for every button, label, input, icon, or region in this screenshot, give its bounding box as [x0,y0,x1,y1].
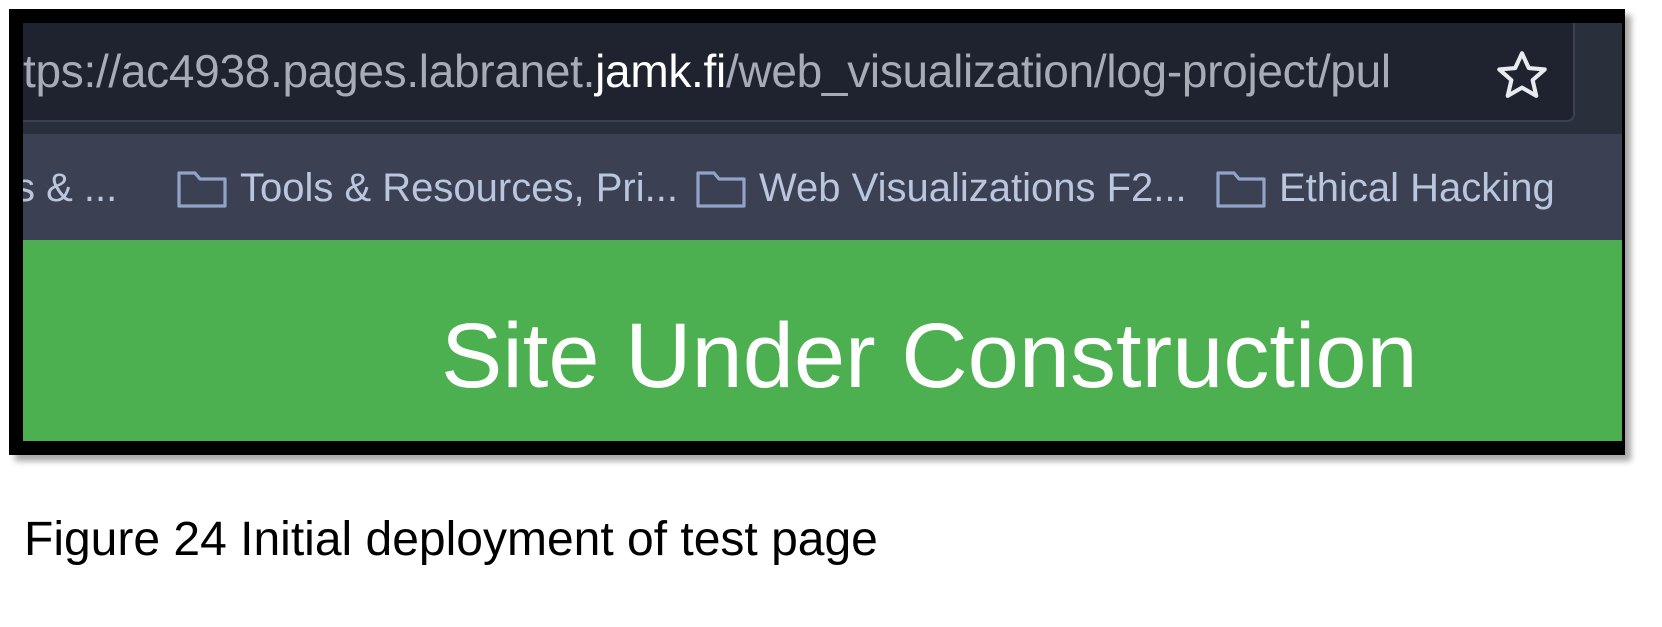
folder-icon [1216,171,1266,208]
folder-icon [177,171,227,208]
bookmark-label: Tools & Resources, Pri... [240,166,678,210]
bookmark-folder-1[interactable]: s & ... [23,160,117,216]
star-icon[interactable] [1493,47,1551,105]
page-content: Site Under Construction [23,240,1622,441]
url-text[interactable]: tps://ac4938.pages.labranet.jamk.fi/web_… [23,45,1463,97]
figure-caption: Figure 24 Initial deployment of test pag… [24,513,878,566]
url-suffix: /web_visualization/log-project/pul [725,45,1391,97]
url-domain: jamk.fi [595,45,726,97]
screenshot-frame: tps://ac4938.pages.labranet.jamk.fi/web_… [9,9,1625,455]
bookmark-label: Ethical Hacking [1279,166,1555,210]
browser-window: tps://ac4938.pages.labranet.jamk.fi/web_… [23,23,1622,441]
page-headline: Site Under Construction [441,305,1418,407]
folder-icon [696,171,746,208]
bookmark-label: s & ... [23,166,118,210]
address-bar[interactable]: tps://ac4938.pages.labranet.jamk.fi/web_… [23,23,1575,122]
bookmarks-bar: s & ... Tools & Resources, Pri... Web Vi… [23,134,1622,240]
url-prefix: tps://ac4938.pages.labranet. [23,45,596,97]
bookmark-label: Web Visualizations F2... [759,166,1187,210]
toolbar: tps://ac4938.pages.labranet.jamk.fi/web_… [23,23,1622,134]
